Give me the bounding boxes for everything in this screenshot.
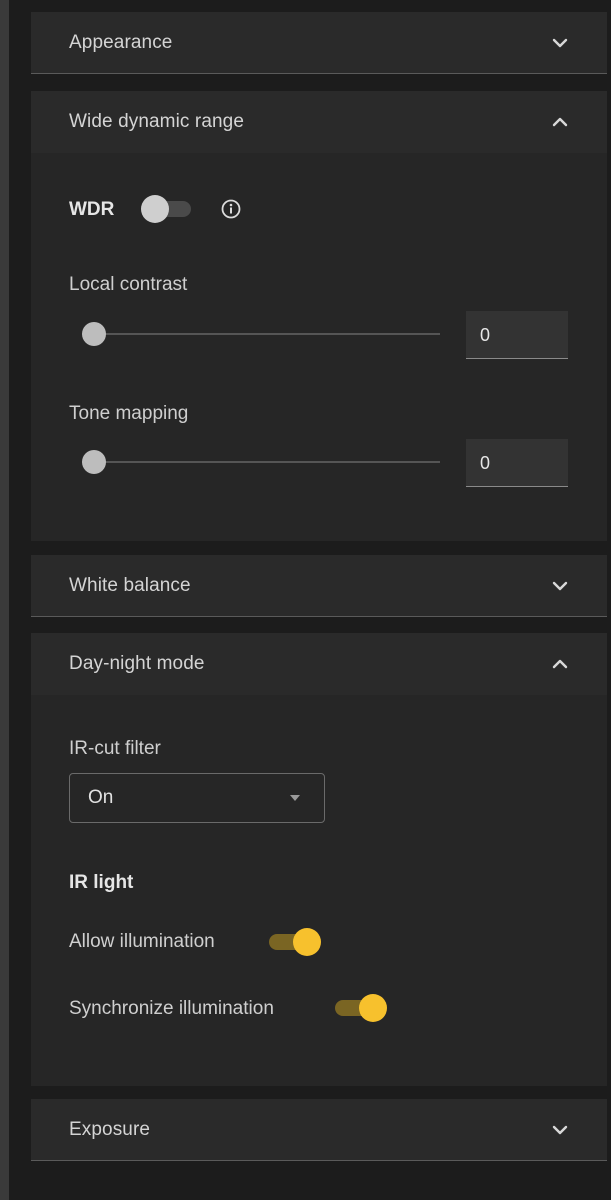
chevron-down-icon (551, 1121, 569, 1139)
chevron-up-icon (551, 655, 569, 673)
section-header-wide-dynamic-range[interactable]: Wide dynamic range (31, 91, 607, 153)
local-contrast-input[interactable]: 0 (466, 311, 568, 359)
toggle-knob (359, 994, 387, 1022)
wdr-label: WDR (69, 199, 115, 220)
allow-illumination-toggle[interactable] (267, 928, 321, 956)
section-header-appearance[interactable]: Appearance (31, 12, 607, 74)
tone-mapping-label: Tone mapping (69, 403, 189, 424)
synchronize-illumination-label: Synchronize illumination (69, 998, 274, 1019)
section-title: Day-night mode (69, 653, 205, 674)
section-header-white-balance[interactable]: White balance (31, 555, 607, 617)
top-strip (9, 0, 611, 7)
ir-light-heading: IR light (69, 872, 134, 893)
slider-thumb[interactable] (82, 322, 106, 346)
section-appearance: Appearance (31, 12, 607, 74)
tone-mapping-input[interactable]: 0 (466, 439, 568, 487)
ir-cut-filter-label: IR-cut filter (69, 738, 161, 759)
toggle-knob (141, 195, 169, 223)
slider-rail (82, 461, 440, 463)
section-title: White balance (69, 574, 191, 596)
section-white-balance: White balance (31, 555, 607, 617)
section-wide-dynamic-range: Wide dynamic range WDR Local contrast 0 … (31, 91, 607, 541)
wdr-toggle[interactable] (141, 195, 193, 223)
ir-cut-filter-select[interactable]: On (69, 773, 325, 823)
synchronize-illumination-toggle[interactable] (333, 994, 387, 1022)
slider-thumb[interactable] (82, 450, 106, 474)
allow-illumination-label: Allow illumination (69, 931, 215, 952)
section-title: Exposure (69, 1118, 151, 1140)
section-header-day-night-mode[interactable]: Day-night mode (31, 633, 607, 695)
slider-rail (82, 333, 440, 335)
caret-down-icon (290, 795, 300, 801)
section-exposure: Exposure (31, 1099, 607, 1161)
section-header-exposure[interactable]: Exposure (31, 1099, 607, 1161)
local-contrast-label: Local contrast (69, 274, 188, 295)
section-day-night-mode: Day-night mode IR-cut filter On IR light… (31, 633, 607, 1086)
info-icon[interactable] (220, 198, 242, 220)
left-rail (0, 0, 9, 1200)
chevron-down-icon (551, 34, 569, 52)
select-value: On (88, 787, 114, 808)
section-title: Appearance (69, 31, 173, 53)
local-contrast-slider[interactable] (82, 320, 440, 348)
chevron-up-icon (551, 113, 569, 131)
tone-mapping-slider[interactable] (82, 448, 440, 476)
toggle-knob (293, 928, 321, 956)
section-title: Wide dynamic range (69, 111, 244, 132)
chevron-down-icon (551, 577, 569, 595)
